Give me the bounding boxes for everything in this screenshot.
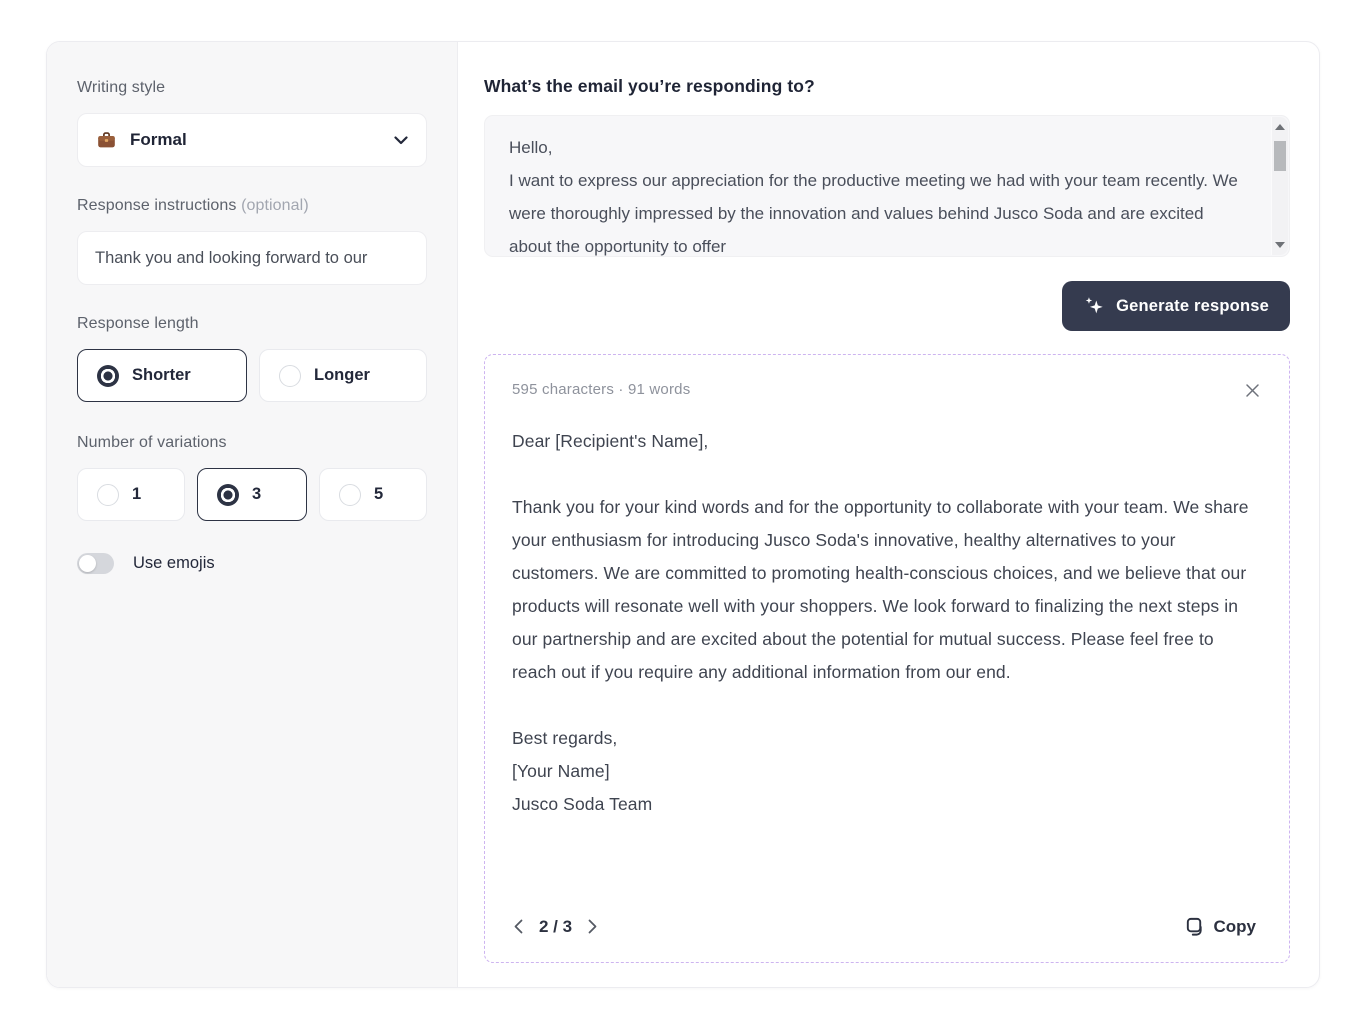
option-label: Shorter xyxy=(132,366,191,385)
main-panel: What’s the email you’re responding to? H… xyxy=(458,42,1319,987)
close-button[interactable] xyxy=(1243,381,1262,400)
length-option-shorter[interactable]: Shorter xyxy=(77,349,247,402)
variation-pager: 2 / 3 xyxy=(512,917,599,937)
variation-options: 1 3 5 xyxy=(77,468,427,521)
number-of-variations-label: Number of variations xyxy=(77,434,427,452)
copy-label: Copy xyxy=(1214,917,1257,937)
response-length-label: Response length xyxy=(77,315,427,333)
email-input[interactable]: Hello, I want to express our appreciatio… xyxy=(484,115,1290,257)
previous-variation-button[interactable] xyxy=(512,917,525,936)
chevron-left-icon xyxy=(514,922,523,937)
scroll-up-icon[interactable] xyxy=(1275,124,1285,130)
generate-response-label: Generate response xyxy=(1116,297,1269,316)
response-signoff-line: Best regards, xyxy=(512,722,1262,755)
radio-selected-icon xyxy=(217,484,239,506)
response-signoff-line: [Your Name] xyxy=(512,755,1262,788)
radio-unselected-icon xyxy=(279,365,301,387)
chevron-right-icon xyxy=(588,922,597,937)
response-length-options: Shorter Longer xyxy=(77,349,427,402)
response-instructions-label: Response instructions (optional) xyxy=(77,197,427,215)
optional-hint: (optional) xyxy=(241,197,309,214)
option-label: 5 xyxy=(374,485,383,504)
chevron-down-icon xyxy=(394,136,408,145)
writing-style-select[interactable]: Formal xyxy=(77,113,427,167)
radio-unselected-icon xyxy=(97,484,119,506)
response-signoff-line: Jusco Soda Team xyxy=(512,788,1262,821)
response-instructions-input[interactable] xyxy=(77,231,427,285)
page-indicator: 2 / 3 xyxy=(539,917,572,937)
option-label: 3 xyxy=(252,485,261,504)
sparkles-icon xyxy=(1083,295,1105,317)
response-meta: 595 characters · 91 words xyxy=(512,381,690,398)
copy-button[interactable]: Copy xyxy=(1178,915,1263,938)
radio-unselected-icon xyxy=(339,484,361,506)
next-variation-button[interactable] xyxy=(586,917,599,936)
generate-response-button[interactable]: Generate response xyxy=(1062,281,1290,331)
option-label: 1 xyxy=(132,485,141,504)
close-icon xyxy=(1245,386,1260,401)
email-responder-panel: Writing style Formal Response instructio… xyxy=(46,41,1320,988)
scroll-down-icon[interactable] xyxy=(1275,242,1285,248)
toggle-knob xyxy=(79,555,96,572)
length-option-longer[interactable]: Longer xyxy=(259,349,427,402)
response-card: 595 characters · 91 words Dear [Recipien… xyxy=(484,354,1290,963)
radio-selected-icon xyxy=(97,365,119,387)
use-emojis-label: Use emojis xyxy=(133,554,215,573)
use-emojis-row: Use emojis xyxy=(77,553,427,574)
use-emojis-toggle[interactable] xyxy=(77,553,114,574)
writing-style-value: Formal xyxy=(130,130,381,150)
briefcase-icon xyxy=(96,130,117,151)
settings-sidebar: Writing style Formal Response instructio… xyxy=(47,42,458,987)
option-label: Longer xyxy=(314,366,370,385)
writing-style-label: Writing style xyxy=(77,79,427,97)
scroll-thumb[interactable] xyxy=(1274,141,1286,171)
scrollbar[interactable] xyxy=(1271,117,1288,255)
copy-icon xyxy=(1184,916,1205,937)
variation-option-3[interactable]: 3 xyxy=(197,468,307,521)
email-question-heading: What’s the email you’re responding to? xyxy=(484,76,1290,97)
email-input-text: Hello, I want to express our appreciatio… xyxy=(485,116,1289,257)
variation-option-1[interactable]: 1 xyxy=(77,468,185,521)
variation-option-5[interactable]: 5 xyxy=(319,468,427,521)
response-body: Thank you for your kind words and for th… xyxy=(512,491,1262,689)
response-greeting: Dear [Recipient's Name], xyxy=(512,425,1262,458)
